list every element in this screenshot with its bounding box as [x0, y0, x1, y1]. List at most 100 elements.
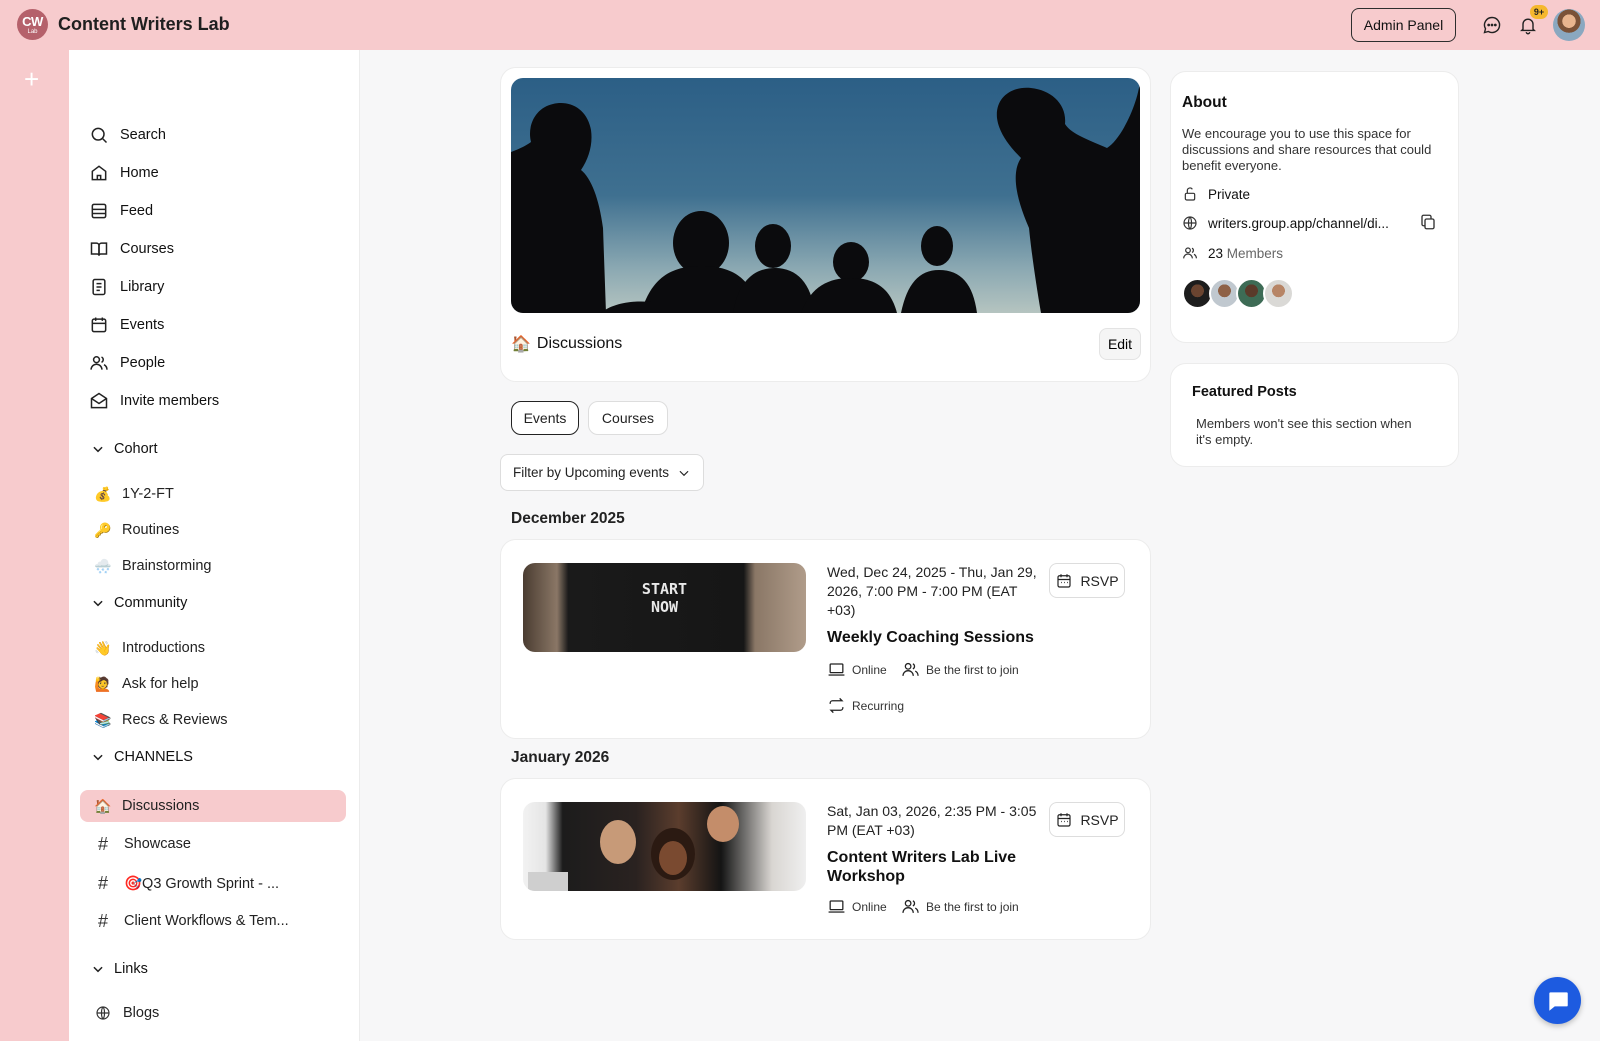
- channel-label: Routines: [122, 522, 180, 538]
- spaces-rail: +: [0, 50, 69, 1041]
- section-header-cohort[interactable]: Cohort: [91, 438, 158, 460]
- channel-label: 🎯Q3 Growth Sprint - ...: [124, 875, 280, 892]
- home-icon: [91, 165, 107, 181]
- copy-icon[interactable]: [1419, 213, 1437, 236]
- section-title: CHANNELS: [114, 749, 193, 765]
- sidebar-item-courses[interactable]: Courses: [89, 234, 174, 264]
- section-title: Community: [114, 595, 188, 611]
- channel-title: 🏠 Discussions: [511, 334, 622, 354]
- section-header-links[interactable]: Links: [91, 958, 148, 980]
- sidebar-item-home[interactable]: Home: [89, 158, 159, 188]
- event-filter-dropdown[interactable]: Filter by Upcoming events: [500, 454, 704, 491]
- sidebar-item-library[interactable]: Library: [89, 272, 164, 302]
- section-header-community[interactable]: Community: [91, 592, 187, 614]
- community-logo[interactable]: CW Lab: [17, 9, 48, 40]
- channel-item-routines[interactable]: 🔑 Routines: [80, 514, 346, 546]
- event-date: Sat, Jan 03, 2026, 2:35 PM - 3:05 PM (EA…: [827, 803, 1037, 838]
- channel-item-showcase[interactable]: # Showcase: [80, 828, 346, 860]
- channel-cover-image: [511, 78, 1140, 313]
- event-location: Online: [827, 660, 887, 679]
- channel-label: Showcase: [124, 836, 191, 852]
- snow-cloud-icon: 🌨️: [94, 557, 112, 574]
- top-bar: CW Lab Content Writers Lab Admin Panel 9…: [0, 0, 1600, 50]
- tab-events[interactable]: Events: [511, 401, 579, 435]
- channel-item-client-workflows[interactable]: # Client Workflows & Tem...: [80, 905, 346, 937]
- section-title: Links: [114, 961, 148, 977]
- event-date: Wed, Dec 24, 2025 - Thu, Jan 29, 2026, 7…: [827, 564, 1037, 618]
- document-icon: [92, 278, 106, 296]
- raising-hand-icon: 🙋: [94, 675, 112, 692]
- privacy-row: Private: [1182, 186, 1250, 202]
- event-title[interactable]: Content Writers Lab Live Workshop: [827, 848, 1042, 886]
- people-icon: [902, 899, 919, 913]
- repeat-icon: [829, 697, 844, 714]
- channel-label: 1Y-2-FT: [122, 486, 174, 502]
- channel-item-brainstorming[interactable]: 🌨️ Brainstorming: [80, 550, 346, 582]
- members-row[interactable]: 23 Members: [1182, 245, 1283, 261]
- key-icon: 🔑: [94, 521, 112, 538]
- globe-icon: [96, 1006, 110, 1020]
- featured-posts-card: Featured Posts Members won't see this se…: [1170, 363, 1459, 467]
- admin-panel-button[interactable]: Admin Panel: [1351, 8, 1456, 42]
- support-chat-button[interactable]: [1534, 977, 1581, 1024]
- tab-courses[interactable]: Courses: [588, 401, 668, 435]
- chevron-down-icon: [93, 754, 103, 761]
- sidebar-item-feed[interactable]: Feed: [89, 196, 153, 226]
- event-thumbnail: [523, 802, 806, 891]
- chat-bubble-icon[interactable]: [1480, 13, 1504, 37]
- month-heading: December 2025: [511, 510, 625, 527]
- channel-item-recs-reviews[interactable]: 📚 Recs & Reviews: [80, 704, 346, 736]
- logo-subtext: Lab: [27, 28, 38, 35]
- envelope-icon: [90, 392, 108, 409]
- edit-channel-button[interactable]: Edit: [1099, 328, 1141, 360]
- about-description: We encourage you to use this space for d…: [1182, 126, 1432, 173]
- channel-item-1y-2-ft[interactable]: 💰 1Y-2-FT: [80, 478, 346, 510]
- search-icon: [91, 127, 108, 144]
- channel-item-q3-growth-sprint[interactable]: # 🎯Q3 Growth Sprint - ...: [80, 867, 346, 899]
- sidebar-item-label: Home: [120, 165, 159, 181]
- event-title[interactable]: Weekly Coaching Sessions: [827, 628, 1042, 647]
- event-attendees: Be the first to join: [901, 897, 1019, 916]
- house-icon: 🏠: [511, 336, 531, 353]
- channel-item-introductions[interactable]: 👋 Introductions: [80, 632, 346, 664]
- hash-icon: #: [97, 910, 108, 931]
- rsvp-button[interactable]: RSVP: [1049, 563, 1125, 598]
- channel-label: Discussions: [122, 798, 200, 814]
- channel-item-ask-for-help[interactable]: 🙋 Ask for help: [80, 668, 346, 700]
- event-recurring: Recurring: [827, 696, 904, 715]
- member-avatars[interactable]: [1182, 278, 1294, 309]
- sidebar-item-invite-members[interactable]: Invite members: [89, 386, 219, 416]
- thumbnail-sign-text: START NOW: [641, 580, 688, 616]
- about-card: About We encourage you to use this space…: [1170, 71, 1459, 343]
- money-bag-icon: 💰: [94, 485, 112, 502]
- sidebar-item-label: People: [120, 355, 166, 371]
- event-attendees: Be the first to join: [901, 660, 1019, 679]
- sidebar-item-label: Courses: [120, 241, 174, 257]
- avatar[interactable]: [1263, 278, 1294, 309]
- chevron-down-icon: [93, 446, 103, 453]
- calendar-icon: [91, 317, 107, 333]
- books-icon: 📚: [94, 711, 112, 728]
- channel-link-row[interactable]: writers.group.app/channel/di...: [1182, 215, 1389, 231]
- event-card[interactable]: Sat, Jan 03, 2026, 2:35 PM - 3:05 PM (EA…: [500, 778, 1151, 940]
- section-header-channels[interactable]: CHANNELS: [91, 746, 193, 768]
- channel-title-text: Discussions: [536, 335, 623, 352]
- sidebar-item-people[interactable]: People: [89, 348, 165, 378]
- chat-icon: [1548, 991, 1568, 1011]
- add-space-icon[interactable]: +: [24, 66, 39, 92]
- member-label: Members: [1226, 245, 1284, 261]
- calendar-icon: [1057, 812, 1072, 827]
- sidebar: Search Home Feed Courses Library Events …: [69, 50, 360, 1041]
- channel-label: Recs & Reviews: [122, 712, 228, 728]
- user-avatar[interactable]: [1553, 9, 1585, 41]
- sidebar-item-search[interactable]: Search: [89, 120, 166, 150]
- logo-text: CW: [22, 13, 43, 29]
- rsvp-button[interactable]: RSVP: [1049, 802, 1125, 837]
- month-heading: January 2026: [511, 749, 610, 766]
- link-item-blogs[interactable]: Blogs: [80, 997, 346, 1029]
- notification-badge: 9+: [1530, 5, 1548, 19]
- event-card[interactable]: START NOW Wed, Dec 24, 2025 - Thu, Jan 2…: [500, 539, 1151, 739]
- channel-item-discussions[interactable]: 🏠 Discussions: [80, 790, 346, 822]
- sidebar-item-events[interactable]: Events: [89, 310, 164, 340]
- app-title[interactable]: Content Writers Lab: [58, 14, 230, 35]
